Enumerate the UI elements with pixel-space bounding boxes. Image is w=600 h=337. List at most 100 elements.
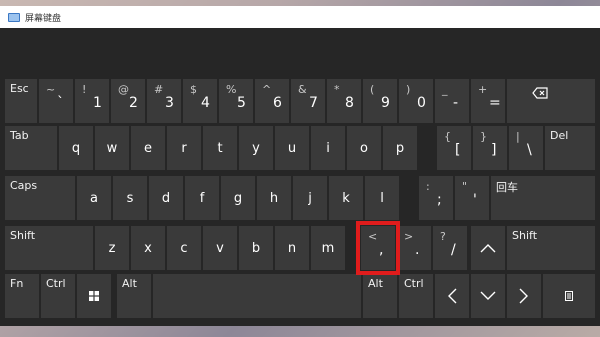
key-x[interactable]: x [131,226,165,270]
key-comma[interactable]: < , [361,226,395,270]
key-4[interactable]: $ 4 [183,79,217,123]
key-esc[interactable]: Esc [5,79,37,123]
key-ctrl-left[interactable]: Ctrl [41,274,75,318]
key-caps[interactable]: Caps [5,176,75,220]
key-z[interactable]: z [95,226,129,270]
key-9-shift: ( [370,83,375,96]
key-q[interactable]: q [59,126,93,170]
key-6-shift: ^ [262,83,272,96]
key-shift-right[interactable]: Shift [507,226,595,270]
key-ctrl-right[interactable]: Ctrl [399,274,433,318]
key-s-label: s [126,190,134,206]
key-arrow-right[interactable] [507,274,541,318]
key-l[interactable]: l [365,176,399,220]
key-open-bracket[interactable]: { [ [437,126,471,170]
key-2[interactable]: @ 2 [111,79,145,123]
key-v[interactable]: v [203,226,237,270]
key-1-main: 1 [93,95,102,111]
key-del[interactable]: Del [545,126,595,170]
key-h-label: h [269,190,279,206]
key-s[interactable]: s [113,176,147,220]
key-space[interactable] [153,274,361,318]
window-title: 屏幕键盘 [25,13,62,24]
key-o-label: o [360,140,368,156]
key-7-main: 7 [309,95,318,111]
key-8-shift: * [334,83,340,96]
key-o[interactable]: o [347,126,381,170]
key-period[interactable]: > . [397,226,431,270]
key-g-label: g [233,190,243,206]
key-enter[interactable]: 回车 [491,176,595,220]
key-f[interactable]: f [185,176,219,220]
key-3[interactable]: # 3 [147,79,181,123]
key-e-label: e [144,140,152,156]
key-3-shift: # [154,83,164,96]
key-6-main: 6 [273,95,282,111]
key-k[interactable]: k [329,176,363,220]
keyboard-menu-icon [543,274,595,318]
key-t-label: t [217,140,223,156]
key-x-label: x [144,240,152,256]
key-alt-left[interactable]: Alt [117,274,151,318]
key-open-bracket-shift: { [444,130,451,143]
key-slash[interactable]: ? / [433,226,467,270]
key-7[interactable]: & 7 [291,79,325,123]
key-5[interactable]: % 5 [219,79,253,123]
key-0[interactable]: ) 0 [399,79,433,123]
key-quote[interactable]: " ' [455,176,489,220]
key-minus-shift: _ [442,83,448,96]
key-close-bracket[interactable]: } ] [473,126,507,170]
key-9[interactable]: ( 9 [363,79,397,123]
key-arrow-up[interactable] [471,226,505,270]
backspace-icon [532,84,548,103]
key-shift-left[interactable]: Shift [5,226,93,270]
key-m-label: m [321,240,335,256]
key-ctrl-left-label: Ctrl [46,277,66,290]
key-minus[interactable]: _ - [435,79,469,123]
key-d[interactable]: d [149,176,183,220]
key-g[interactable]: g [221,176,255,220]
key-windows[interactable] [77,274,111,318]
key-u[interactable]: u [275,126,309,170]
key-m[interactable]: m [311,226,345,270]
key-6[interactable]: ^ 6 [255,79,289,123]
key-p[interactable]: p [383,126,417,170]
key-equals[interactable]: + = [471,79,505,123]
key-h[interactable]: h [257,176,291,220]
key-backslash[interactable]: | \ [509,126,543,170]
key-arrow-down[interactable] [471,274,505,318]
key-y[interactable]: y [239,126,273,170]
key-n-label: n [287,240,297,256]
key-backspace[interactable] [507,79,595,123]
key-shift-left-label: Shift [10,229,36,242]
arrow-down-icon [471,274,505,318]
key-e[interactable]: e [131,126,165,170]
key-fn[interactable]: Fn [5,274,39,318]
key-tab[interactable]: Tab [5,126,57,170]
key-a[interactable]: a [77,176,111,220]
key-4-shift: $ [190,83,197,96]
key-r[interactable]: r [167,126,201,170]
key-3-main: 3 [165,95,174,111]
key-8-main: 8 [345,95,354,111]
key-n[interactable]: n [275,226,309,270]
key-w[interactable]: w [95,126,129,170]
key-8[interactable]: * 8 [327,79,361,123]
key-0-shift: ) [406,83,411,96]
key-semicolon[interactable]: : ; [419,176,453,220]
key-7-shift: & [298,83,307,96]
key-backtick[interactable]: ~ ` [39,79,73,123]
key-j[interactable]: j [293,176,327,220]
key-t[interactable]: t [203,126,237,170]
key-i[interactable]: i [311,126,345,170]
key-equals-main: = [489,95,501,111]
key-arrow-left[interactable] [435,274,469,318]
key-esc-label: Esc [10,82,29,95]
key-close-bracket-shift: } [480,130,487,143]
key-c[interactable]: c [167,226,201,270]
key-b[interactable]: b [239,226,273,270]
key-alt-right[interactable]: Alt [363,274,397,318]
key-u-label: u [287,140,297,156]
key-1[interactable]: ! 1 [75,79,109,123]
key-menu[interactable] [543,274,595,318]
